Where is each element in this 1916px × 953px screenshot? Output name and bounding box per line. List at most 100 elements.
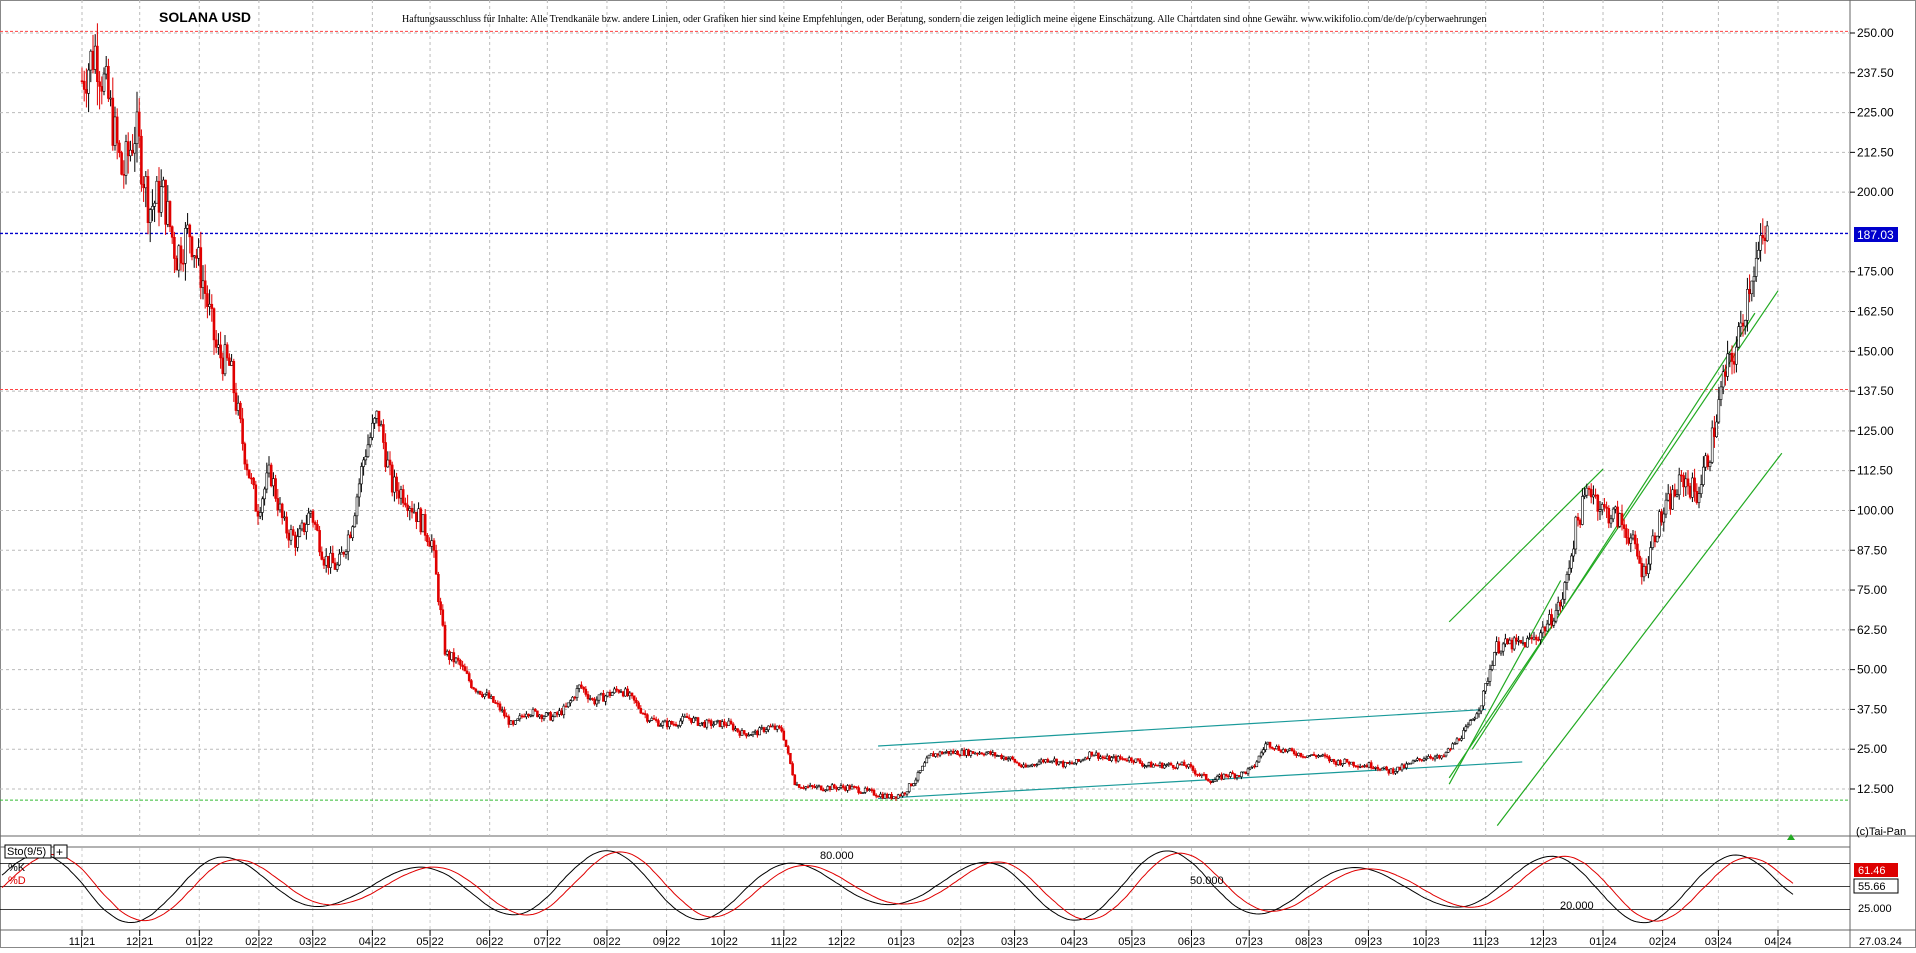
candle-body <box>1380 767 1384 771</box>
candle-body <box>861 792 865 794</box>
candle-body <box>364 456 368 461</box>
candle-body <box>478 690 482 695</box>
candle-body <box>1680 474 1683 477</box>
y-tick-label: 162.50 <box>1857 305 1894 319</box>
candle-body <box>1319 755 1322 757</box>
sto-add-button[interactable]: + <box>53 844 68 859</box>
candle-body <box>709 720 713 726</box>
candle-body <box>470 680 473 688</box>
candle-body <box>1191 766 1195 771</box>
candle-body <box>1262 749 1265 754</box>
candle-body <box>841 785 845 788</box>
candle-body <box>1704 455 1707 468</box>
candle-body <box>894 796 898 799</box>
candle-body <box>362 459 365 467</box>
candle-body <box>969 751 973 756</box>
candle-body <box>1235 775 1239 779</box>
candle-body <box>734 728 737 731</box>
candle-body <box>1484 683 1487 692</box>
candle-body <box>1279 750 1283 753</box>
candle-body <box>401 489 405 504</box>
candle-body <box>1119 756 1122 759</box>
sto-header[interactable]: Sto(9/5) <box>4 844 52 859</box>
candle-body <box>1422 758 1426 761</box>
candle-body <box>1440 755 1443 759</box>
candle-body <box>1083 757 1087 761</box>
candle-body <box>938 751 942 756</box>
candle-body <box>1475 713 1479 719</box>
candle-body <box>1299 752 1303 757</box>
candle-body <box>406 504 409 511</box>
candle-body <box>883 793 887 799</box>
candle-body <box>1009 756 1012 759</box>
candle-body <box>903 792 907 795</box>
candle-body <box>1640 563 1644 578</box>
candle-body <box>368 437 372 446</box>
candle-body <box>421 514 425 533</box>
candle-body <box>1669 493 1672 510</box>
candle-body <box>527 713 530 717</box>
candle-body <box>1160 762 1164 769</box>
candle-body <box>107 66 110 99</box>
candle-body <box>1688 485 1692 498</box>
candle-body <box>494 702 497 704</box>
candle-body <box>1317 755 1320 758</box>
candle-body <box>738 731 742 736</box>
candle-body <box>1143 765 1146 768</box>
candle-body <box>1314 755 1318 758</box>
candle-body <box>896 794 900 799</box>
candle-body <box>1352 761 1355 766</box>
candle-body <box>694 717 698 719</box>
candle-body <box>1202 773 1206 776</box>
candle-body <box>555 712 559 715</box>
candle-body <box>492 696 495 703</box>
chart-canvas: 250.00 237.50 225.00 212.50 200.00 175.00 162.… <box>0 0 1916 948</box>
candle-body <box>1365 765 1369 768</box>
candle-body <box>833 784 836 788</box>
candle-body <box>1354 765 1358 767</box>
candle-body <box>1477 710 1481 715</box>
candle-body <box>443 625 447 655</box>
chart-frame <box>0 0 1916 948</box>
y-tick-label: 137.50 <box>1857 384 1894 398</box>
candle-body <box>1152 764 1155 768</box>
candle-body <box>1257 755 1261 763</box>
candle-body <box>379 424 383 427</box>
candle-body <box>597 694 601 701</box>
candle-body <box>797 784 801 788</box>
candle-body <box>82 80 86 90</box>
candle-body <box>1402 764 1406 769</box>
candle-body <box>1000 755 1003 760</box>
x-tick-label: 10|22 <box>711 936 738 948</box>
candle-body <box>885 793 889 799</box>
candle-body <box>1002 756 1006 760</box>
candle-body <box>1559 601 1562 607</box>
candle-body <box>1031 763 1034 767</box>
candle-body <box>514 720 517 725</box>
x-tick-label: 03|22 <box>299 936 326 948</box>
candle-body <box>1097 752 1100 759</box>
candle-body <box>1409 762 1413 765</box>
candle-body <box>289 529 293 541</box>
candle-body <box>450 652 453 660</box>
candle-body <box>203 280 207 294</box>
candle-body <box>382 424 385 443</box>
candle-body <box>782 730 786 741</box>
candle-body <box>1070 762 1074 765</box>
candle-body <box>1017 762 1021 766</box>
candle-body <box>309 511 313 514</box>
candle-body <box>591 698 594 700</box>
candle-body <box>648 720 651 722</box>
candle-body <box>1341 763 1344 766</box>
candle-body <box>1594 494 1597 497</box>
candle-body <box>122 174 126 176</box>
candle-body <box>109 97 112 100</box>
candle-body <box>1554 610 1558 622</box>
candle-body <box>135 111 139 145</box>
candle-body <box>390 464 394 493</box>
candle-body <box>659 725 662 727</box>
candle-body <box>474 688 478 692</box>
candle-body <box>1466 724 1470 728</box>
candle-body <box>1046 759 1050 763</box>
candle-body <box>252 477 255 486</box>
